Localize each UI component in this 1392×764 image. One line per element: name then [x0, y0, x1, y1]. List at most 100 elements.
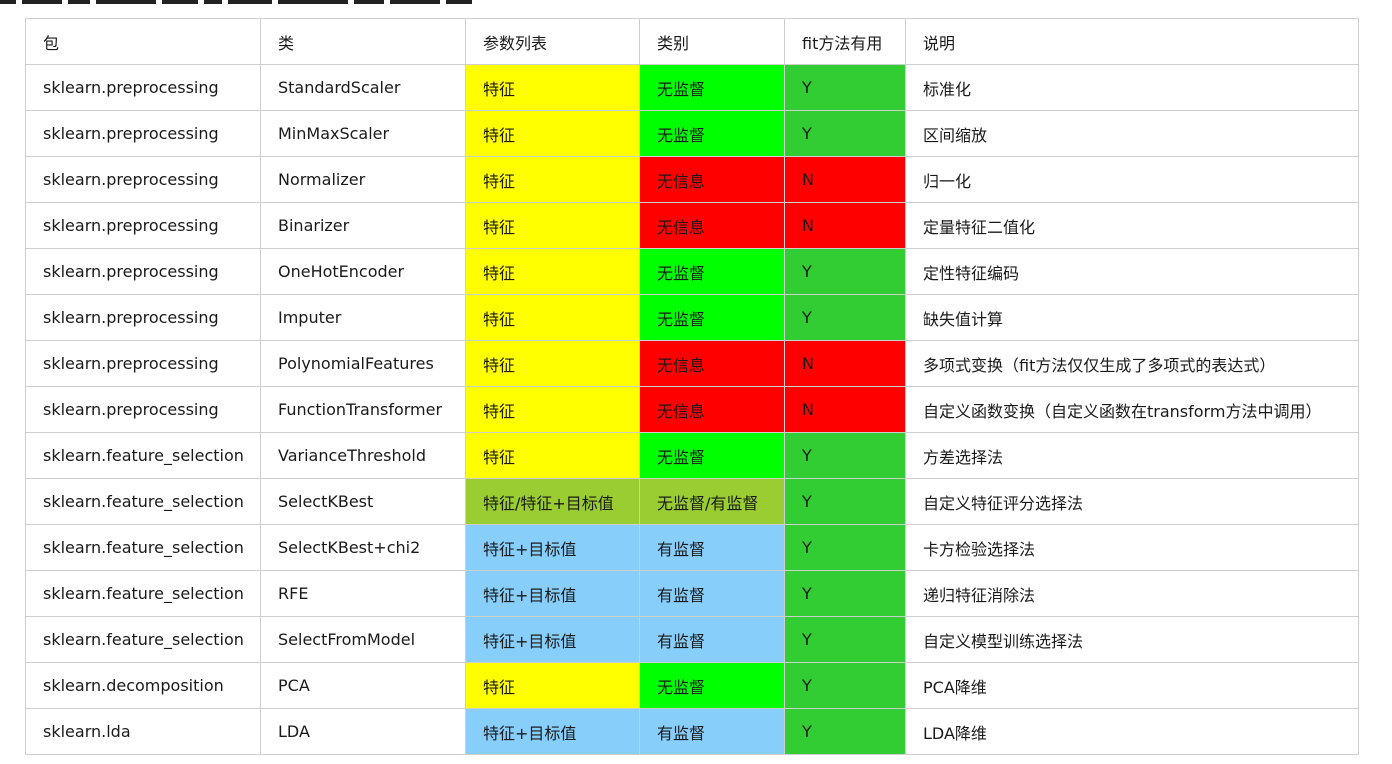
header-desc: 说明 [905, 18, 1359, 65]
cell-params: 特征 [465, 662, 640, 709]
header-package: 包 [25, 18, 261, 65]
cell-params: 特征 [465, 340, 640, 387]
cell-package: sklearn.feature_selection [25, 616, 261, 663]
cell-fit: Y [784, 110, 906, 157]
cell-package: sklearn.preprocessing [25, 64, 261, 111]
cell-desc: 递归特征消除法 [905, 570, 1359, 617]
cell-kind: 无监督 [639, 110, 785, 157]
table-row: sklearn.feature_selection VarianceThresho… [25, 432, 1359, 479]
cell-desc: 缺失值计算 [905, 294, 1359, 341]
cell-desc: 定性特征编码 [905, 248, 1359, 295]
cell-params: 特征 [465, 64, 640, 111]
cell-desc: 标准化 [905, 64, 1359, 111]
cell-kind: 有监督 [639, 524, 785, 571]
cell-fit: Y [784, 708, 906, 755]
table-header-row: 包 类 参数列表 类别 fit方法有用 说明 [25, 18, 1359, 65]
cell-kind: 无监督 [639, 432, 785, 479]
cell-package: sklearn.feature_selection [25, 524, 261, 571]
cell-fit: Y [784, 524, 906, 571]
cell-class: PolynomialFeatures [260, 340, 466, 387]
cell-params: 特征+目标值 [465, 708, 640, 755]
cell-kind: 无信息 [639, 156, 785, 203]
cell-fit: Y [784, 662, 906, 709]
cell-fit: N [784, 156, 906, 203]
cell-class: LDA [260, 708, 466, 755]
table-row: sklearn.preprocessing OneHotEncoder 特征 无监督 Y… [25, 248, 1359, 295]
document-page: 包 类 参数列表 类别 fit方法有用 说明 sklearn.preproces… [0, 0, 1392, 764]
cell-desc: 自定义特征评分选择法 [905, 478, 1359, 525]
cell-params: 特征 [465, 294, 640, 341]
cell-class: Imputer [260, 294, 466, 341]
cell-desc: 自定义模型训练选择法 [905, 616, 1359, 663]
cell-class: StandardScaler [260, 64, 466, 111]
cell-class: SelectKBest [260, 478, 466, 525]
cell-kind: 无信息 [639, 386, 785, 433]
cell-kind: 有监督 [639, 616, 785, 663]
table-row: sklearn.preprocessing MinMaxScaler 特征 无监督 Y 区… [25, 110, 1359, 157]
cell-params: 特征 [465, 156, 640, 203]
cell-kind: 无监督 [639, 64, 785, 111]
cell-package: sklearn.preprocessing [25, 386, 261, 433]
cell-package: sklearn.preprocessing [25, 248, 261, 295]
cell-package: sklearn.preprocessing [25, 294, 261, 341]
cell-kind: 无监督 [639, 294, 785, 341]
cell-kind: 无信息 [639, 340, 785, 387]
table-row: sklearn.preprocessing FunctionTransformer… [25, 386, 1359, 433]
cell-class: MinMaxScaler [260, 110, 466, 157]
cell-package: sklearn.feature_selection [25, 432, 261, 479]
cell-kind: 无监督/有监督 [639, 478, 785, 525]
cell-package: sklearn.preprocessing [25, 156, 261, 203]
table-row: sklearn.preprocessing Binarizer 特征 无信息 N 定量特征… [25, 202, 1359, 249]
cell-desc: LDA降维 [905, 708, 1359, 755]
sklearn-class-table: 包 类 参数列表 类别 fit方法有用 说明 sklearn.preproces… [25, 18, 1359, 755]
cell-fit: Y [784, 64, 906, 111]
cell-kind: 无监督 [639, 248, 785, 295]
cell-fit: N [784, 386, 906, 433]
cell-desc: 区间缩放 [905, 110, 1359, 157]
header-class: 类 [260, 18, 466, 65]
cell-class: Normalizer [260, 156, 466, 203]
cell-params: 特征+目标值 [465, 524, 640, 571]
cell-params: 特征 [465, 202, 640, 249]
cell-fit: Y [784, 570, 906, 617]
table-row: sklearn.preprocessing Normalizer 特征 无信息 N 归一化 [25, 156, 1359, 203]
cell-params: 特征 [465, 432, 640, 479]
cell-desc: 多项式变换（fit方法仅仅生成了多项式的表达式） [905, 340, 1359, 387]
cell-desc: 卡方检验选择法 [905, 524, 1359, 571]
table-row: sklearn.feature_selection RFE 特征+目标值 有监督 Y 递归… [25, 570, 1359, 617]
cell-fit: N [784, 202, 906, 249]
cell-desc: 方差选择法 [905, 432, 1359, 479]
cell-params: 特征 [465, 386, 640, 433]
table-row: sklearn.feature_selection SelectFromModel… [25, 616, 1359, 663]
cell-fit: Y [784, 294, 906, 341]
cell-class: VarianceThreshold [260, 432, 466, 479]
cell-params: 特征+目标值 [465, 570, 640, 617]
cell-class: FunctionTransformer [260, 386, 466, 433]
cell-desc: 自定义函数变换（自定义函数在transform方法中调用） [905, 386, 1359, 433]
cell-package: sklearn.decomposition [25, 662, 261, 709]
cell-package: sklearn.lda [25, 708, 261, 755]
cell-package: sklearn.preprocessing [25, 110, 261, 157]
cell-params: 特征/特征+目标值 [465, 478, 640, 525]
cell-fit: N [784, 340, 906, 387]
cell-package: sklearn.feature_selection [25, 570, 261, 617]
table-body: sklearn.preprocessing StandardScaler 特征 无监督… [25, 64, 1359, 755]
cell-desc: 归一化 [905, 156, 1359, 203]
header-params: 参数列表 [465, 18, 640, 65]
cell-class: PCA [260, 662, 466, 709]
table-row: sklearn.preprocessing PolynomialFeatures 特… [25, 340, 1359, 387]
header-kind: 类别 [639, 18, 785, 65]
table-row: sklearn.feature_selection SelectKBest 特征/特… [25, 478, 1359, 525]
cell-kind: 无监督 [639, 662, 785, 709]
cell-desc: PCA降维 [905, 662, 1359, 709]
table-row: sklearn.feature_selection SelectKBest+chi… [25, 524, 1359, 571]
table-row: sklearn.preprocessing StandardScaler 特征 无监督… [25, 64, 1359, 111]
cell-params: 特征 [465, 110, 640, 157]
table-row: sklearn.decomposition PCA 特征 无监督 Y PCA降维 [25, 662, 1359, 709]
table-row: sklearn.lda LDA 特征+目标值 有监督 Y LDA降维 [25, 708, 1359, 755]
cell-class: SelectFromModel [260, 616, 466, 663]
cell-fit: Y [784, 616, 906, 663]
cut-off-text-line [0, 0, 560, 6]
cell-desc: 定量特征二值化 [905, 202, 1359, 249]
cell-params: 特征 [465, 248, 640, 295]
